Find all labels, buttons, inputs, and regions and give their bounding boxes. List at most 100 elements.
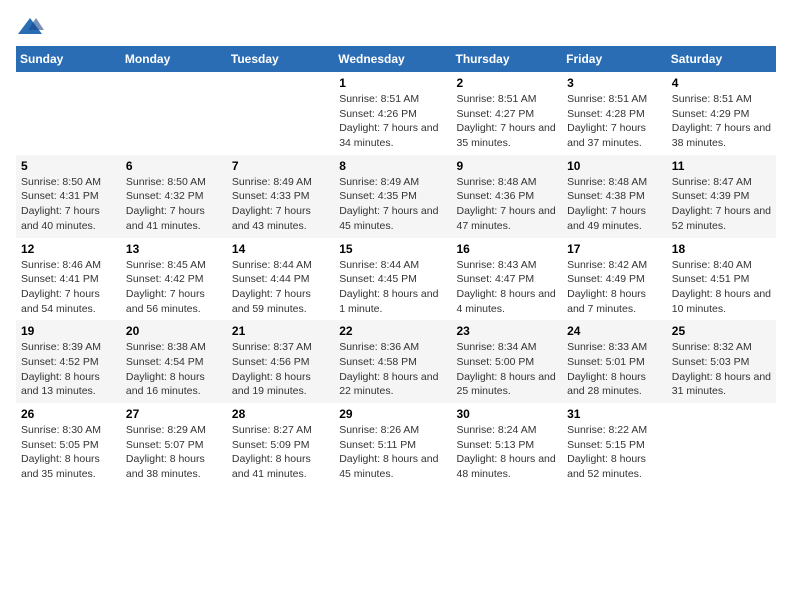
logo-icon <box>16 16 44 38</box>
calendar-cell: 7 Sunrise: 8:49 AM Sunset: 4:33 PM Daylig… <box>227 155 334 238</box>
calendar-cell: 24Sunrise: 8:33 AM Sunset: 5:01 PM Dayli… <box>562 320 667 403</box>
calendar-week-1: 5 Sunrise: 8:50 AM Sunset: 4:31 PM Daylig… <box>16 155 776 238</box>
day-info: Sunrise: 8:32 AM Sunset: 5:03 PM Dayligh… <box>672 340 771 399</box>
day-number: 2 <box>456 76 557 90</box>
day-number: 29 <box>339 407 446 421</box>
day-number: 25 <box>672 324 771 338</box>
calendar-week-0: 1 Sunrise: 8:51 AM Sunset: 4:26 PM Daylig… <box>16 72 776 155</box>
calendar-cell: 16 Sunrise: 8:43 AM Sunset: 4:47 PM Dayli… <box>451 238 562 321</box>
header-monday: Monday <box>121 46 227 72</box>
day-info: Sunrise: 8:24 AM Sunset: 5:13 PM Dayligh… <box>456 423 557 482</box>
day-number: 13 <box>126 242 222 256</box>
day-number: 19 <box>21 324 116 338</box>
day-info: Sunrise: 8:46 AM Sunset: 4:41 PM Dayligh… <box>21 258 116 317</box>
day-info: Sunrise: 8:50 AM Sunset: 4:31 PM Dayligh… <box>21 175 116 234</box>
calendar-cell <box>227 72 334 155</box>
calendar-cell: 22 Sunrise: 8:36 AM Sunset: 4:58 PM Dayli… <box>334 320 451 403</box>
day-number: 24 <box>567 324 662 338</box>
header-thursday: Thursday <box>451 46 562 72</box>
header-sunday: Sunday <box>16 46 121 72</box>
day-info: Sunrise: 8:50 AM Sunset: 4:32 PM Dayligh… <box>126 175 222 234</box>
day-info: Sunrise: 8:49 AM Sunset: 4:35 PM Dayligh… <box>339 175 446 234</box>
day-info: Sunrise: 8:48 AM Sunset: 4:38 PM Dayligh… <box>567 175 662 234</box>
calendar-cell: 11Sunrise: 8:47 AM Sunset: 4:39 PM Dayli… <box>667 155 776 238</box>
calendar-cell: 8 Sunrise: 8:49 AM Sunset: 4:35 PM Daylig… <box>334 155 451 238</box>
day-info: Sunrise: 8:40 AM Sunset: 4:51 PM Dayligh… <box>672 258 771 317</box>
day-info: Sunrise: 8:44 AM Sunset: 4:44 PM Dayligh… <box>232 258 329 317</box>
day-number: 22 <box>339 324 446 338</box>
day-number: 10 <box>567 159 662 173</box>
day-number: 1 <box>339 76 446 90</box>
day-info: Sunrise: 8:39 AM Sunset: 4:52 PM Dayligh… <box>21 340 116 399</box>
day-info: Sunrise: 8:43 AM Sunset: 4:47 PM Dayligh… <box>456 258 557 317</box>
day-info: Sunrise: 8:34 AM Sunset: 5:00 PM Dayligh… <box>456 340 557 399</box>
day-info: Sunrise: 8:51 AM Sunset: 4:27 PM Dayligh… <box>456 92 557 151</box>
day-number: 20 <box>126 324 222 338</box>
header-friday: Friday <box>562 46 667 72</box>
day-number: 26 <box>21 407 116 421</box>
day-number: 18 <box>672 242 771 256</box>
day-info: Sunrise: 8:27 AM Sunset: 5:09 PM Dayligh… <box>232 423 329 482</box>
day-info: Sunrise: 8:26 AM Sunset: 5:11 PM Dayligh… <box>339 423 446 482</box>
day-number: 12 <box>21 242 116 256</box>
calendar-cell <box>667 403 776 486</box>
day-info: Sunrise: 8:42 AM Sunset: 4:49 PM Dayligh… <box>567 258 662 317</box>
logo <box>16 16 48 38</box>
calendar-cell: 27 Sunrise: 8:29 AM Sunset: 5:07 PM Dayli… <box>121 403 227 486</box>
day-number: 6 <box>126 159 222 173</box>
day-number: 16 <box>456 242 557 256</box>
day-info: Sunrise: 8:47 AM Sunset: 4:39 PM Dayligh… <box>672 175 771 234</box>
day-info: Sunrise: 8:30 AM Sunset: 5:05 PM Dayligh… <box>21 423 116 482</box>
calendar-cell: 17 Sunrise: 8:42 AM Sunset: 4:49 PM Dayli… <box>562 238 667 321</box>
calendar-week-4: 26 Sunrise: 8:30 AM Sunset: 5:05 PM Dayli… <box>16 403 776 486</box>
day-number: 14 <box>232 242 329 256</box>
header-wednesday: Wednesday <box>334 46 451 72</box>
day-info: Sunrise: 8:29 AM Sunset: 5:07 PM Dayligh… <box>126 423 222 482</box>
day-info: Sunrise: 8:48 AM Sunset: 4:36 PM Dayligh… <box>456 175 557 234</box>
header <box>16 16 776 38</box>
day-number: 17 <box>567 242 662 256</box>
calendar-cell: 12 Sunrise: 8:46 AM Sunset: 4:41 PM Dayli… <box>16 238 121 321</box>
calendar-cell <box>16 72 121 155</box>
day-info: Sunrise: 8:51 AM Sunset: 4:28 PM Dayligh… <box>567 92 662 151</box>
day-number: 8 <box>339 159 446 173</box>
calendar-cell: 25 Sunrise: 8:32 AM Sunset: 5:03 PM Dayli… <box>667 320 776 403</box>
calendar-table: SundayMondayTuesdayWednesdayThursdayFrid… <box>16 46 776 486</box>
calendar-cell: 21 Sunrise: 8:37 AM Sunset: 4:56 PM Dayli… <box>227 320 334 403</box>
calendar-week-2: 12 Sunrise: 8:46 AM Sunset: 4:41 PM Dayli… <box>16 238 776 321</box>
day-info: Sunrise: 8:51 AM Sunset: 4:26 PM Dayligh… <box>339 92 446 151</box>
day-number: 31 <box>567 407 662 421</box>
day-number: 28 <box>232 407 329 421</box>
calendar-cell: 20Sunrise: 8:38 AM Sunset: 4:54 PM Dayli… <box>121 320 227 403</box>
day-info: Sunrise: 8:22 AM Sunset: 5:15 PM Dayligh… <box>567 423 662 482</box>
calendar-cell: 18 Sunrise: 8:40 AM Sunset: 4:51 PM Dayli… <box>667 238 776 321</box>
calendar-header-row: SundayMondayTuesdayWednesdayThursdayFrid… <box>16 46 776 72</box>
header-tuesday: Tuesday <box>227 46 334 72</box>
header-saturday: Saturday <box>667 46 776 72</box>
calendar-cell: 13 Sunrise: 8:45 AM Sunset: 4:42 PM Dayli… <box>121 238 227 321</box>
calendar-cell: 2 Sunrise: 8:51 AM Sunset: 4:27 PM Daylig… <box>451 72 562 155</box>
calendar-cell: 1 Sunrise: 8:51 AM Sunset: 4:26 PM Daylig… <box>334 72 451 155</box>
calendar-cell: 5 Sunrise: 8:50 AM Sunset: 4:31 PM Daylig… <box>16 155 121 238</box>
calendar-cell: 14 Sunrise: 8:44 AM Sunset: 4:44 PM Dayli… <box>227 238 334 321</box>
day-number: 3 <box>567 76 662 90</box>
calendar-cell: 4Sunrise: 8:51 AM Sunset: 4:29 PM Daylig… <box>667 72 776 155</box>
day-number: 15 <box>339 242 446 256</box>
day-number: 21 <box>232 324 329 338</box>
day-info: Sunrise: 8:44 AM Sunset: 4:45 PM Dayligh… <box>339 258 446 317</box>
calendar-week-3: 19 Sunrise: 8:39 AM Sunset: 4:52 PM Dayli… <box>16 320 776 403</box>
calendar-cell: 23 Sunrise: 8:34 AM Sunset: 5:00 PM Dayli… <box>451 320 562 403</box>
day-info: Sunrise: 8:45 AM Sunset: 4:42 PM Dayligh… <box>126 258 222 317</box>
day-info: Sunrise: 8:36 AM Sunset: 4:58 PM Dayligh… <box>339 340 446 399</box>
day-number: 9 <box>456 159 557 173</box>
day-number: 7 <box>232 159 329 173</box>
day-number: 4 <box>672 76 771 90</box>
day-number: 23 <box>456 324 557 338</box>
day-info: Sunrise: 8:49 AM Sunset: 4:33 PM Dayligh… <box>232 175 329 234</box>
day-info: Sunrise: 8:37 AM Sunset: 4:56 PM Dayligh… <box>232 340 329 399</box>
day-number: 5 <box>21 159 116 173</box>
calendar-cell: 30Sunrise: 8:24 AM Sunset: 5:13 PM Dayli… <box>451 403 562 486</box>
calendar-cell: 6 Sunrise: 8:50 AM Sunset: 4:32 PM Daylig… <box>121 155 227 238</box>
calendar-cell: 3 Sunrise: 8:51 AM Sunset: 4:28 PM Daylig… <box>562 72 667 155</box>
day-number: 27 <box>126 407 222 421</box>
